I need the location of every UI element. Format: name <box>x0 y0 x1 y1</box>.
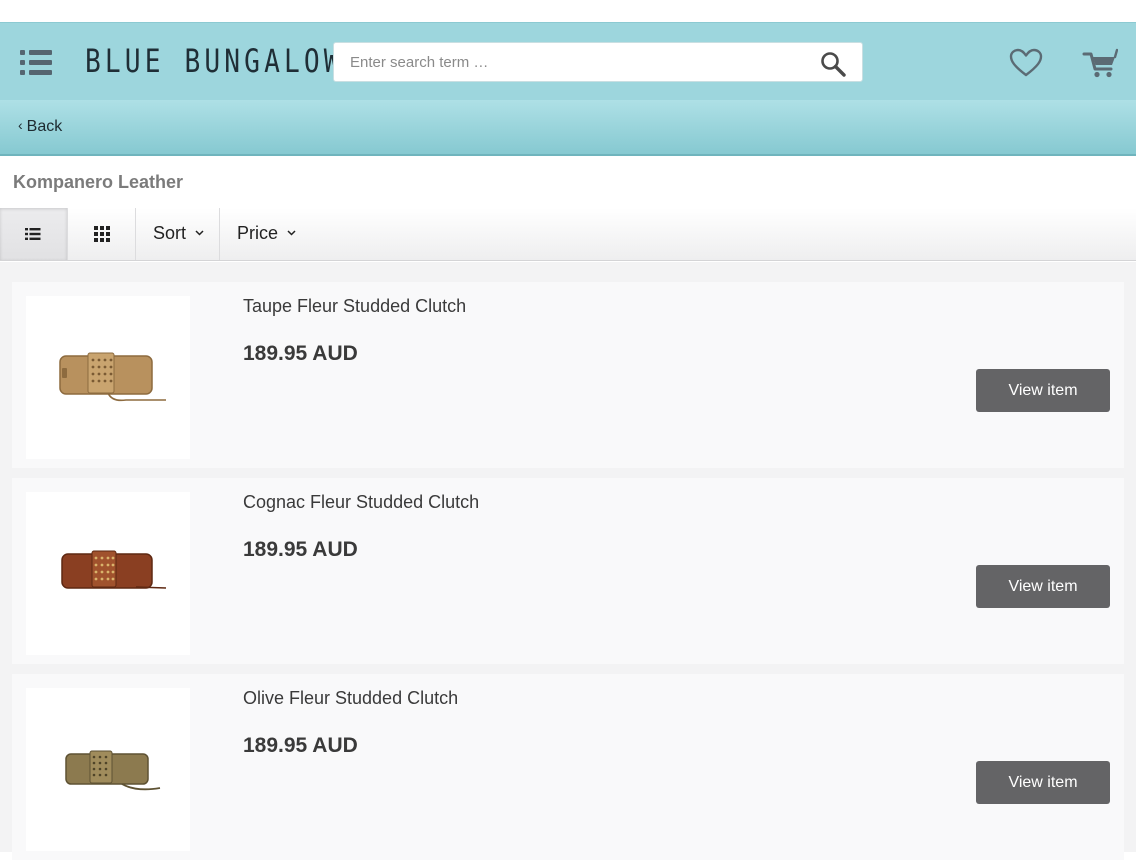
heart-icon[interactable] <box>1008 47 1044 79</box>
page-title: Kompanero Leather <box>13 172 184 192</box>
list-toolbar: Sort Price <box>0 208 1136 261</box>
search-icon[interactable] <box>820 51 846 77</box>
product-price: 189.95 AUD <box>243 734 358 757</box>
grid-view-button[interactable] <box>68 208 136 260</box>
chevron-down-icon <box>195 230 204 236</box>
grid-view-icon <box>94 226 110 242</box>
sort-label: Sort <box>153 223 187 243</box>
product-image[interactable] <box>26 688 190 851</box>
product-price: 189.95 AUD <box>243 538 358 561</box>
product-name[interactable]: Olive Fleur Studded Clutch <box>243 688 458 709</box>
chevron-left-icon: ‹ <box>18 117 23 133</box>
product-name[interactable]: Cognac Fleur Studded Clutch <box>243 492 479 513</box>
chevron-down-icon <box>287 230 296 236</box>
product-name[interactable]: Taupe Fleur Studded Clutch <box>243 296 466 317</box>
product-card: Cognac Fleur Studded Clutch 189.95 AUD V… <box>12 478 1124 664</box>
product-image[interactable] <box>26 296 190 459</box>
site-logo[interactable]: BLUE BUNGALOW <box>85 41 344 81</box>
view-item-button[interactable]: View item <box>976 761 1110 804</box>
list-view-icon <box>25 228 41 240</box>
view-item-button[interactable]: View item <box>976 369 1110 412</box>
navigation-subbar: ‹ Back <box>0 100 1136 156</box>
product-card: Olive Fleur Studded Clutch 189.95 AUD Vi… <box>12 674 1124 860</box>
site-header: BLUE BUNGALOW <box>0 22 1136 100</box>
search-input[interactable] <box>350 43 810 81</box>
list-view-button[interactable] <box>0 208 68 260</box>
cart-icon[interactable] <box>1082 47 1118 79</box>
view-item-button[interactable]: View item <box>976 565 1110 608</box>
product-image[interactable] <box>26 492 190 655</box>
product-price: 189.95 AUD <box>243 342 358 365</box>
back-label: Back <box>26 118 63 135</box>
back-link[interactable]: ‹ Back <box>18 117 63 136</box>
product-list: Taupe Fleur Studded Clutch 189.95 AUD Vi… <box>0 262 1136 860</box>
menu-icon[interactable] <box>20 50 54 76</box>
sort-dropdown[interactable]: Sort <box>136 208 220 260</box>
search-box <box>333 42 863 82</box>
product-card: Taupe Fleur Studded Clutch 189.95 AUD Vi… <box>12 282 1124 468</box>
price-dropdown[interactable]: Price <box>220 208 312 260</box>
status-bar <box>0 0 1136 22</box>
price-label: Price <box>237 223 279 243</box>
